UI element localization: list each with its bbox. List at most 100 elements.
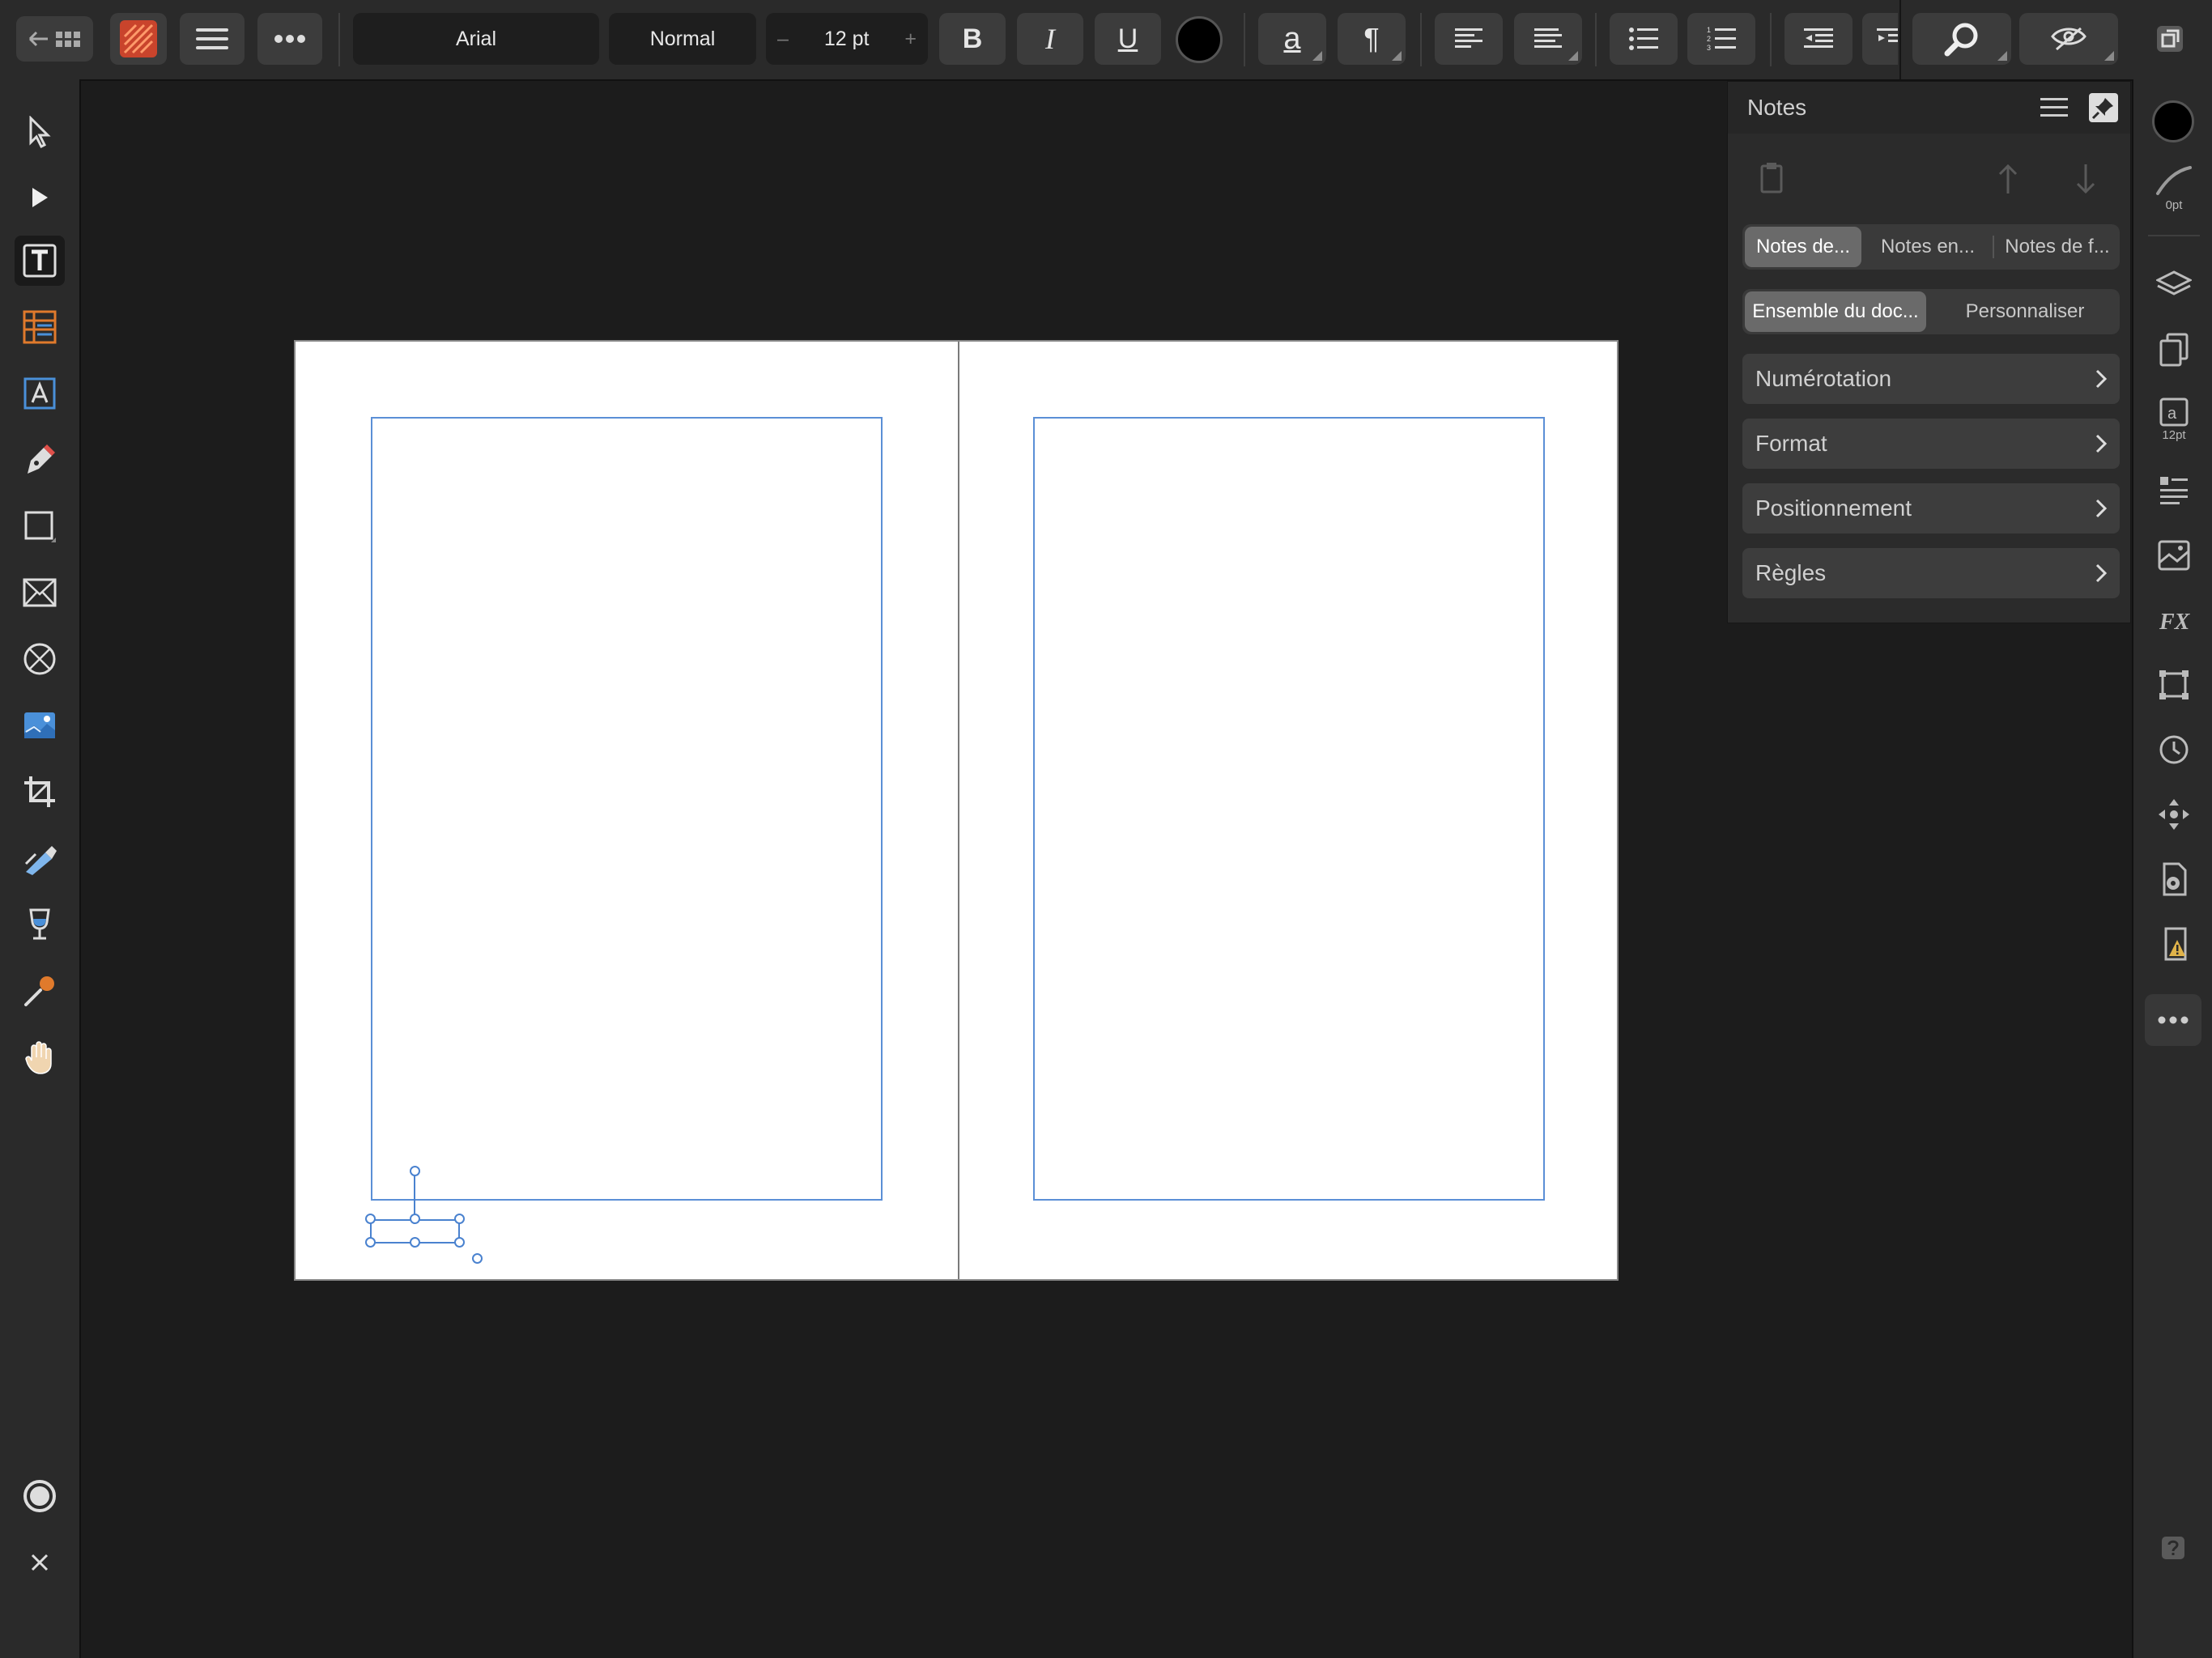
table-tool[interactable] <box>15 302 65 352</box>
align-left-icon <box>1455 28 1482 48</box>
character-style-button[interactable]: a <box>1258 13 1326 65</box>
segment-divider <box>1993 236 1994 258</box>
paragraph-style-button[interactable]: ¶ <box>1338 13 1406 65</box>
resource-studio-button[interactable] <box>2148 529 2200 581</box>
text-flow-handle[interactable] <box>472 1253 483 1264</box>
numbered-list-button[interactable]: 123 <box>1687 13 1755 65</box>
help-button[interactable] <box>2162 1537 2184 1559</box>
bullet-list-button[interactable] <box>1610 13 1678 65</box>
back-to-documents-button[interactable] <box>16 16 93 62</box>
font-size-stepper[interactable]: – 12 pt + <box>766 13 928 65</box>
direct-select-arrow-icon <box>32 188 48 207</box>
scope-selector: Ensemble du doc... Personnaliser <box>1742 289 2120 334</box>
font-style-field[interactable]: Normal <box>609 13 756 65</box>
section-positioning[interactable]: Positionnement <box>1742 483 2120 534</box>
close-tools-button[interactable] <box>15 1537 65 1588</box>
paragraph-studio-button[interactable] <box>2148 465 2200 517</box>
more-studios-button[interactable] <box>2145 994 2201 1046</box>
align-left-button[interactable] <box>1435 13 1503 65</box>
navigator-studio-button[interactable] <box>2148 789 2200 840</box>
font-family-field[interactable]: Arial <box>353 13 599 65</box>
ellipse-frame-tool[interactable] <box>15 634 65 684</box>
font-size-decrease-button[interactable]: – <box>777 28 789 51</box>
pen-tool[interactable] <box>15 435 65 485</box>
section-numbering[interactable]: Numérotation <box>1742 354 2120 404</box>
pointer-arrow-icon <box>29 116 51 148</box>
move-tool[interactable] <box>15 107 65 157</box>
pages-icon <box>2159 333 2189 367</box>
document-spread[interactable] <box>294 340 1619 1281</box>
ellipsis-icon <box>2158 1016 2189 1024</box>
italic-button[interactable]: I <box>1017 13 1083 65</box>
resize-handle[interactable] <box>454 1237 465 1248</box>
pages-studio-button[interactable] <box>2148 324 2200 376</box>
record-circle-icon <box>23 1480 56 1512</box>
app-persona-button[interactable] <box>110 13 167 65</box>
italic-label: I <box>1045 23 1055 55</box>
zoom-button[interactable] <box>1912 13 2011 65</box>
fill-tool[interactable] <box>15 833 65 883</box>
picture-frame-ellipse-icon <box>23 643 56 675</box>
resize-handle[interactable] <box>410 1237 420 1248</box>
vertical-align-button[interactable] <box>1514 13 1582 65</box>
decrease-indent-button[interactable] <box>1784 13 1853 65</box>
crop-tool[interactable] <box>15 767 65 817</box>
frame-text-tool[interactable] <box>15 236 65 286</box>
tab-sidenotes[interactable]: Notes de f... <box>1995 224 2120 270</box>
section-rules[interactable]: Règles <box>1742 548 2120 598</box>
view-tool[interactable] <box>15 1032 65 1082</box>
document-settings-button[interactable] <box>2148 853 2200 905</box>
effects-studio-button[interactable]: FX <box>2148 594 2200 646</box>
color-picker-tool[interactable] <box>15 966 65 1016</box>
left-page-margin-frame <box>371 417 883 1201</box>
font-family-value: Arial <box>455 27 496 50</box>
fill-color-swatch[interactable] <box>2152 100 2194 142</box>
layers-studio-button[interactable] <box>2148 259 2200 311</box>
pin-panel-button[interactable] <box>2089 93 2118 122</box>
resize-handle[interactable] <box>454 1214 465 1224</box>
section-format[interactable]: Format <box>1742 419 2120 469</box>
text-size-value: 12pt <box>2162 427 2186 442</box>
window-mode-button[interactable] <box>2155 24 2184 53</box>
rectangle-tool[interactable] <box>15 501 65 551</box>
more-options-button[interactable] <box>257 13 322 65</box>
paragraph-layout-icon <box>2160 477 2188 504</box>
view-mode-button[interactable] <box>2019 13 2118 65</box>
artistic-text-tool[interactable] <box>15 368 65 419</box>
context-toolbar-toggle[interactable] <box>15 1471 65 1521</box>
bold-button[interactable]: B <box>939 13 1006 65</box>
increase-indent-button[interactable] <box>1862 13 1898 65</box>
pin-icon <box>2089 93 2118 122</box>
font-size-value[interactable]: 12 pt <box>824 28 870 51</box>
underline-label: U <box>1117 23 1138 54</box>
pilcrow-label: ¶ <box>1363 22 1380 55</box>
tab-endnotes[interactable]: Notes en... <box>1865 224 1990 270</box>
menu-button[interactable] <box>180 13 245 65</box>
rotation-handle[interactable] <box>410 1166 420 1176</box>
resize-handle[interactable] <box>410 1214 420 1224</box>
insert-note-button[interactable] <box>1760 163 1783 193</box>
history-studio-button[interactable] <box>2148 724 2200 776</box>
transparency-tool[interactable] <box>15 899 65 950</box>
frame-text-icon <box>23 244 57 278</box>
stroke-studio-button[interactable]: 0pt <box>2148 157 2200 219</box>
rectangle-icon <box>24 511 56 542</box>
transform-studio-button[interactable] <box>2148 659 2200 711</box>
node-tool[interactable] <box>15 172 65 223</box>
tab-whole-document[interactable]: Ensemble du doc... <box>1745 291 1926 332</box>
panel-menu-button[interactable] <box>2040 96 2068 119</box>
resize-handle[interactable] <box>365 1214 376 1224</box>
preflight-studio-button[interactable] <box>2148 918 2200 970</box>
move-note-up-button[interactable] <box>1997 163 2019 195</box>
tab-customize[interactable]: Personnaliser <box>1930 289 2120 334</box>
place-image-tool[interactable] <box>15 700 65 750</box>
font-size-increase-button[interactable]: + <box>904 28 917 51</box>
underline-button[interactable]: U <box>1095 13 1161 65</box>
tab-footnotes[interactable]: Notes de... <box>1745 227 1861 267</box>
magnifier-icon <box>1944 23 1978 57</box>
character-studio-button[interactable]: a 12pt <box>2148 387 2200 452</box>
picture-frame-tool[interactable] <box>15 568 65 618</box>
resize-handle[interactable] <box>365 1237 376 1248</box>
text-color-swatch[interactable] <box>1176 16 1223 63</box>
move-note-down-button[interactable] <box>2074 163 2097 195</box>
